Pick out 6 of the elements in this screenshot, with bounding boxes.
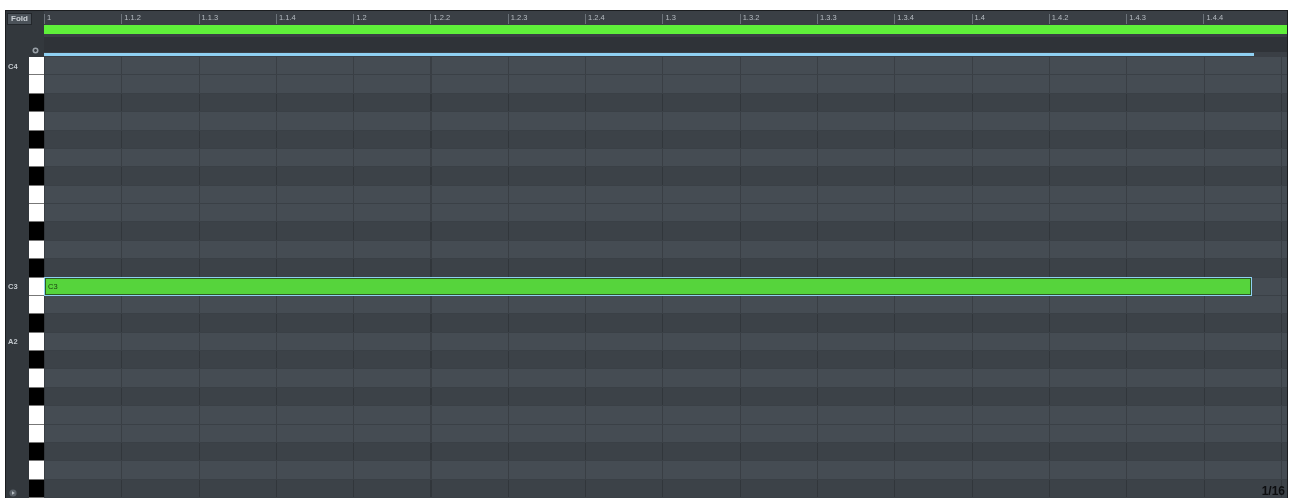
clip-region-line[interactable] (44, 53, 1254, 56)
piano-key[interactable] (29, 204, 44, 223)
play-icon[interactable] (9, 489, 17, 497)
fold-button[interactable]: Fold (7, 13, 32, 25)
preview-icon[interactable] (32, 47, 39, 54)
piano-key[interactable] (29, 351, 44, 370)
